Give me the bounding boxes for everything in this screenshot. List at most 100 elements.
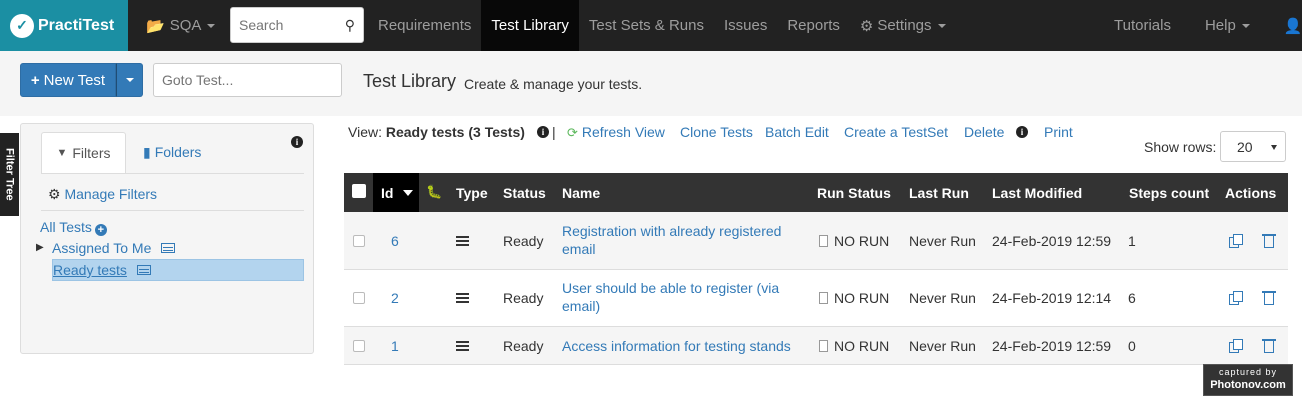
column-id-sort[interactable]: Id bbox=[373, 173, 419, 212]
name-header[interactable]: Name bbox=[562, 185, 600, 201]
list-icon bbox=[456, 341, 469, 351]
test-id-link[interactable]: 1 bbox=[391, 338, 399, 354]
run-status-label: NO RUN bbox=[834, 338, 890, 354]
test-name-line: User should be able to register (via bbox=[562, 280, 780, 296]
clone-icon[interactable] bbox=[1229, 291, 1243, 305]
test-name-link[interactable]: Registration with already registered ema… bbox=[562, 223, 781, 257]
status-header[interactable]: Status bbox=[503, 185, 546, 201]
last-modified-cell: 24-Feb-2019 12:59 bbox=[992, 233, 1112, 249]
tree-item-ready-tests[interactable]: Ready tests bbox=[52, 259, 304, 281]
run-status-label: NO RUN bbox=[834, 233, 890, 249]
delete-link[interactable]: Delete bbox=[964, 124, 1004, 140]
test-name-line: email bbox=[562, 241, 596, 257]
table-row: 1 Ready Access information for testing s… bbox=[344, 327, 1288, 365]
last-modified-cell: 24-Feb-2019 12:59 bbox=[992, 338, 1112, 354]
gear-icon: ⚙ bbox=[48, 186, 61, 202]
test-name-link[interactable]: User should be able to register (via ema… bbox=[562, 280, 779, 314]
list-icon bbox=[161, 243, 176, 253]
row-checkbox[interactable] bbox=[353, 292, 365, 304]
capture-watermark: captured by Photonov.com bbox=[1203, 364, 1293, 396]
nav-settings[interactable]: ⚙ Settings bbox=[850, 0, 956, 51]
info-icon[interactable]: i bbox=[291, 136, 303, 148]
sort-desc-icon bbox=[403, 190, 413, 196]
help-label: Help bbox=[1204, 17, 1236, 34]
clone-icon[interactable] bbox=[1229, 339, 1243, 353]
user-menu[interactable]: 👤 bbox=[1274, 0, 1302, 51]
page-title: Test Library bbox=[363, 71, 457, 91]
run-status-header[interactable]: Run Status bbox=[817, 185, 891, 201]
goto-test-input[interactable] bbox=[153, 63, 342, 97]
print-link[interactable]: Print bbox=[1044, 124, 1073, 140]
new-test-dropdown-button[interactable] bbox=[116, 63, 143, 97]
view-name: Ready tests (3 Tests) bbox=[385, 124, 525, 140]
chevron-down-icon bbox=[937, 23, 946, 28]
actions-header: Actions bbox=[1225, 185, 1277, 201]
search-input[interactable] bbox=[239, 17, 339, 33]
document-icon bbox=[819, 340, 828, 352]
list-icon bbox=[456, 293, 469, 303]
filter-tree-label: Filter Tree bbox=[3, 148, 16, 201]
tab-folders[interactable]: ▮ Folders bbox=[143, 144, 201, 161]
nav-reports[interactable]: Reports bbox=[777, 0, 850, 51]
test-name-line: email) bbox=[562, 298, 601, 314]
plus-icon: + bbox=[30, 71, 40, 89]
new-test-button[interactable]: + New Test bbox=[20, 63, 116, 97]
nav-tutorials[interactable]: Tutorials bbox=[1104, 0, 1181, 51]
document-icon bbox=[819, 292, 828, 304]
last-run-header[interactable]: Last Run bbox=[909, 185, 969, 201]
manage-filters-label: Manage Filters bbox=[64, 186, 158, 202]
refresh-view-link[interactable]: ⟳ Refresh View bbox=[567, 124, 665, 141]
manage-filters-link[interactable]: ⚙ Manage Filters bbox=[48, 186, 157, 203]
add-filter-icon[interactable]: + bbox=[94, 224, 107, 236]
steps-count-cell: 0 bbox=[1128, 338, 1136, 354]
test-id-link[interactable]: 6 bbox=[391, 233, 399, 249]
toolbar: + New Test Test Library Create & manage … bbox=[0, 51, 1302, 116]
nav-requirements[interactable]: Requirements bbox=[368, 0, 481, 51]
create-testset-link[interactable]: Create a TestSet bbox=[844, 124, 948, 140]
nav-test-sets-runs[interactable]: Test Sets & Runs bbox=[579, 0, 714, 51]
info-icon[interactable]: i bbox=[1016, 126, 1028, 138]
watermark-line2: Photonov.com bbox=[1210, 379, 1286, 391]
view-label: View: Ready tests (3 Tests) bbox=[348, 124, 525, 140]
clone-tests-link[interactable]: Clone Tests bbox=[680, 124, 753, 140]
main-nav: Requirements Test Library Test Sets & Ru… bbox=[368, 0, 956, 51]
info-icon[interactable]: i bbox=[537, 126, 549, 138]
tab-filters[interactable]: ▼ Filters bbox=[41, 132, 126, 174]
last-modified-header[interactable]: Last Modified bbox=[992, 185, 1082, 201]
refresh-icon: ⟳ bbox=[567, 125, 578, 140]
nav-help[interactable]: Help bbox=[1195, 0, 1260, 51]
expand-arrow-icon[interactable]: ▶ bbox=[36, 242, 44, 253]
test-name-link[interactable]: Access information for testing stands bbox=[562, 338, 791, 354]
filter-panel: ▼ Filters ▮ Folders i ⚙ Manage Filters Al… bbox=[20, 123, 314, 354]
nav-issues[interactable]: Issues bbox=[714, 0, 777, 51]
trash-icon[interactable] bbox=[1262, 339, 1276, 353]
row-checkbox[interactable] bbox=[353, 340, 365, 352]
settings-label: Settings bbox=[877, 17, 932, 34]
select-all-checkbox[interactable] bbox=[352, 184, 366, 198]
search-icon[interactable]: ⚲ bbox=[345, 17, 355, 34]
status-cell: Ready bbox=[503, 233, 544, 249]
tree-item-all-tests[interactable]: All Tests + bbox=[40, 219, 107, 236]
run-status-cell: NO RUN bbox=[819, 290, 889, 306]
batch-edit-link[interactable]: Batch Edit bbox=[765, 124, 829, 140]
row-checkbox[interactable] bbox=[353, 235, 365, 247]
steps-count-header[interactable]: Steps count bbox=[1129, 185, 1209, 201]
brand-logo[interactable]: ✓ PractiTest bbox=[0, 0, 128, 51]
nav-test-library[interactable]: Test Library bbox=[481, 0, 579, 51]
project-dropdown[interactable]: 📂 SQA bbox=[128, 0, 225, 51]
run-status-label: NO RUN bbox=[834, 290, 890, 306]
status-cell: Ready bbox=[503, 338, 544, 354]
ready-tests-label: Ready tests bbox=[53, 262, 127, 278]
filter-tree-toggle[interactable]: Filter Tree bbox=[0, 133, 19, 216]
assigned-label: Assigned To Me bbox=[52, 240, 152, 256]
show-rows-select[interactable]: 20 bbox=[1220, 131, 1286, 162]
clone-icon[interactable] bbox=[1229, 234, 1243, 248]
test-id-link[interactable]: 2 bbox=[391, 290, 399, 306]
tree-item-assigned-to-me[interactable]: Assigned To Me bbox=[52, 240, 176, 256]
all-tests-label: All Tests bbox=[40, 219, 92, 235]
divider bbox=[41, 210, 304, 211]
show-rows-value: 20 bbox=[1237, 138, 1253, 155]
type-header[interactable]: Type bbox=[456, 185, 488, 201]
trash-icon[interactable] bbox=[1262, 291, 1276, 305]
trash-icon[interactable] bbox=[1262, 234, 1276, 248]
